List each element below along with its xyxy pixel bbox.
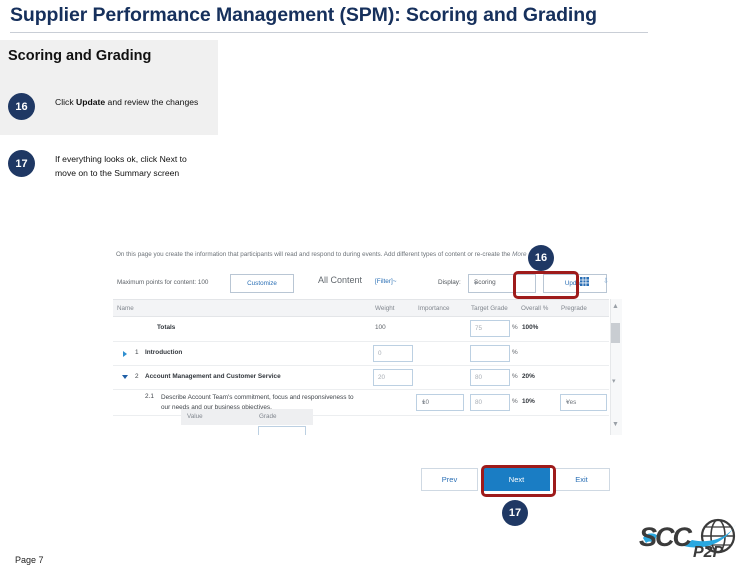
table-row[interactable]: 1 Introduction 0 %: [113, 341, 609, 366]
column-header-overall: Overall %: [521, 305, 549, 312]
scroll-down-icon[interactable]: ▼: [612, 421, 619, 428]
target-grade-input-totals[interactable]: 75: [470, 320, 510, 337]
display-label: Display:: [438, 279, 461, 286]
double-chevron-down-icon[interactable]: ⇩: [603, 277, 609, 285]
weight-input-account-management[interactable]: 20: [373, 369, 413, 386]
target-grade-input-introduction[interactable]: [470, 345, 510, 362]
subcolumn-header-value: Value: [187, 413, 203, 420]
callout-badge-16: 16: [528, 245, 554, 271]
row-name-account-management: Account Management and Customer Service: [145, 373, 281, 380]
max-points-label: Maximum points for content: 100: [117, 279, 209, 286]
column-header-weight: Weight: [375, 305, 395, 312]
importance-select[interactable]: 10 ▾: [416, 394, 464, 411]
exit-button[interactable]: Exit: [553, 468, 610, 491]
weight-value-account-management: 20: [378, 373, 386, 381]
step-badge-17: 17: [8, 150, 35, 177]
grid-icon[interactable]: [580, 277, 589, 286]
step-badge-16: 16: [8, 93, 35, 120]
pregrade-select[interactable]: Yes ▾: [560, 394, 607, 411]
title-divider: [10, 32, 648, 33]
row-index-2-1: 2.1: [145, 393, 154, 400]
percent-symbol-question: %: [512, 398, 518, 405]
row-name-totals: Totals: [157, 324, 176, 331]
highlight-box-update: [513, 271, 579, 299]
row-weight-totals: 100: [375, 324, 386, 331]
subcolumn-header-grade: Grade: [259, 413, 277, 420]
grade-input[interactable]: [258, 426, 306, 435]
percent-symbol-totals: %: [512, 324, 518, 331]
filter-link[interactable]: [Filter]~: [375, 278, 396, 285]
column-header-name: Name: [117, 305, 134, 312]
target-grade-input-question[interactable]: 80: [470, 394, 510, 411]
step-item-16: 16 Click Update and review the changes: [8, 93, 205, 120]
logo-subtext: P2P: [693, 544, 724, 561]
column-header-importance: Importance: [418, 305, 450, 312]
row-overall-account-management: 20%: [522, 373, 535, 380]
step-16-text-bold: Update: [76, 97, 106, 107]
page-title: Supplier Performance Management (SPM): S…: [10, 4, 597, 26]
customize-button[interactable]: Customize: [230, 274, 294, 293]
column-header-target-grade: Target Grade: [471, 305, 508, 312]
step-16-text-before: Click: [55, 97, 77, 107]
expand-triangle-icon[interactable]: [123, 351, 127, 357]
scroll-up-icon[interactable]: ▲: [612, 303, 619, 310]
row-overall-question: 10%: [522, 398, 535, 405]
column-header-pregrade: Pregrade: [561, 305, 587, 312]
callout-badge-17: 17: [502, 500, 528, 526]
target-grade-input-account-management[interactable]: 80: [470, 369, 510, 386]
highlight-box-next: [481, 465, 556, 497]
all-content-label: All Content: [318, 275, 363, 285]
scc-p2p-logo: SCC P2P: [637, 516, 747, 568]
vertical-scrollbar-track[interactable]: [610, 299, 622, 435]
chevron-down-icon: ▾: [566, 400, 570, 406]
weight-value-introduction: 0: [378, 349, 382, 357]
intro-sentence: On this page you create the information …: [116, 251, 511, 258]
row-index-1: 1: [135, 349, 139, 356]
page-number: Page 7: [15, 555, 44, 565]
value-grade-subheader: Value Grade: [181, 409, 313, 425]
chevron-down-icon: ▾: [422, 400, 426, 406]
row-overall-totals: 100%: [522, 324, 539, 331]
logo-wordmark: SCC: [639, 522, 692, 552]
percent-symbol-account-management: %: [512, 373, 518, 380]
step-item-17: 17 If everything looks ok, click Next to…: [8, 150, 205, 180]
table-row[interactable]: 2 Account Management and Customer Servic…: [113, 365, 609, 390]
more-link[interactable]: More: [512, 251, 526, 258]
row-name-introduction: Introduction: [145, 349, 183, 356]
row-index-2: 2: [135, 373, 139, 380]
weight-input-introduction[interactable]: 0: [373, 345, 413, 362]
step-text-16: Click Update and review the changes: [55, 93, 205, 109]
scroll-marker-icon: ▾: [612, 378, 616, 385]
target-grade-value-account-management: 80: [475, 373, 483, 381]
vertical-scrollbar-thumb[interactable]: [611, 323, 620, 343]
steps-panel-heading: Scoring and Grading: [8, 48, 152, 64]
collapse-triangle-icon[interactable]: [122, 375, 128, 379]
percent-symbol-introduction: %: [512, 349, 518, 356]
target-grade-value-question: 80: [475, 398, 483, 406]
table-row[interactable]: Totals 100 75 % 100%: [113, 315, 609, 342]
step-text-17: If everything looks ok, click Next to mo…: [55, 154, 187, 179]
target-grade-value-totals: 75: [475, 324, 483, 332]
step-16-text-after: and review the changes: [105, 97, 199, 107]
prev-button[interactable]: Prev: [421, 468, 478, 491]
